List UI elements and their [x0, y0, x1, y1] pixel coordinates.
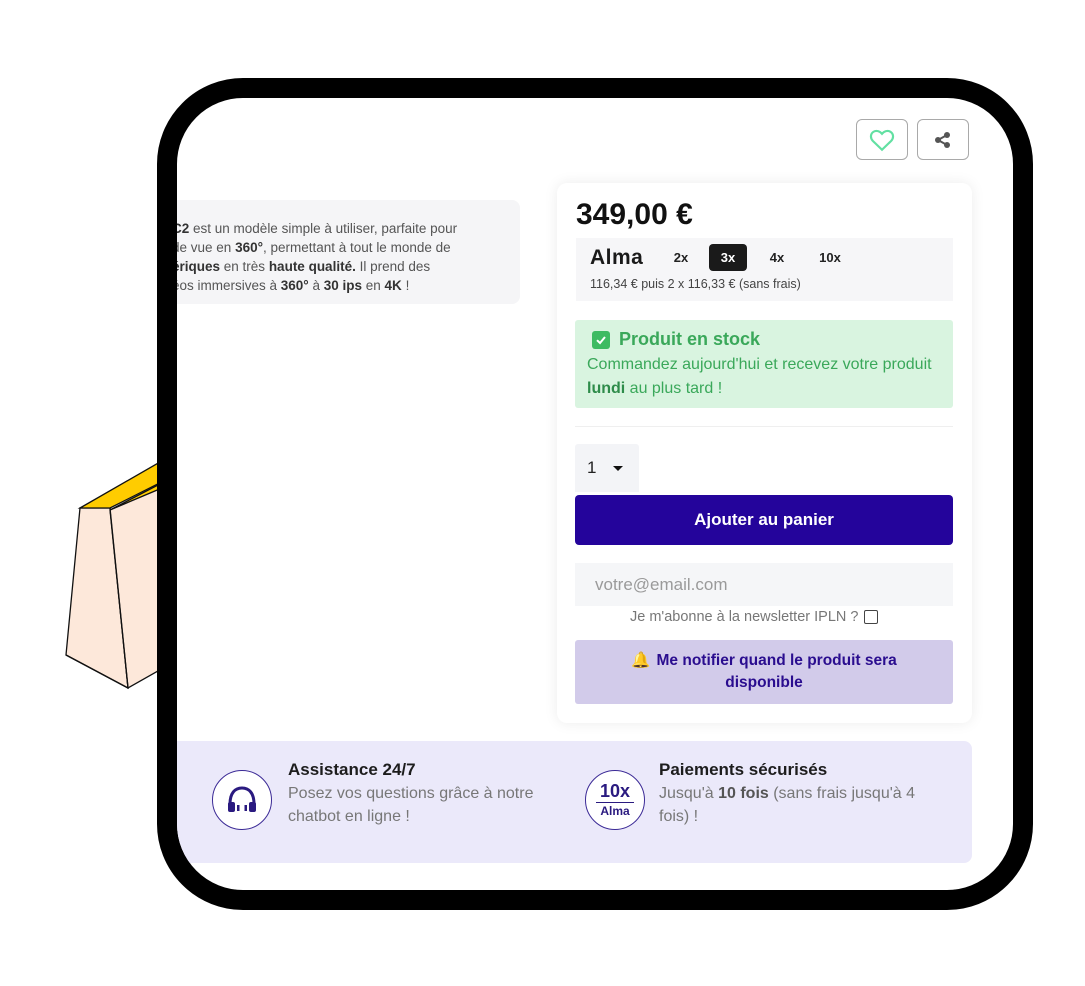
email-field[interactable]	[575, 563, 953, 606]
description-text: est un modèle simple à utiliser, parfait…	[189, 221, 458, 236]
description-bold: ériques	[172, 259, 221, 274]
description-bold: 30 ips	[323, 278, 363, 293]
feature-title: Assistance 24/7	[288, 760, 416, 779]
description-bold: 360°	[280, 278, 309, 293]
add-to-cart-button[interactable]: Ajouter au panier	[575, 495, 953, 545]
description-bold: 360°	[235, 240, 263, 255]
description-bold: haute qualité.	[268, 259, 356, 274]
newsletter-optin: Je m'abonne à la newsletter IPLN ?	[630, 609, 879, 625]
description-text: en très	[220, 259, 269, 274]
alma-option-4x[interactable]: 4x	[758, 244, 796, 271]
alma-10x-icon: 10x Alma	[585, 770, 645, 830]
divider	[575, 426, 953, 427]
alma-option-3x[interactable]: 3x	[709, 244, 747, 271]
caret-down-icon	[613, 466, 623, 471]
quantity-select[interactable]: 1	[575, 444, 639, 492]
device-frame: C2 est un modèle simple à utiliser, parf…	[157, 78, 1033, 910]
description-bold: 4K	[384, 278, 402, 293]
feature-desc-text: Jusqu'à	[659, 785, 719, 802]
description-bold: C2	[172, 221, 190, 236]
description-text: !	[401, 278, 410, 293]
notify-button-label: Me notifier quand le produit sera dispon…	[656, 652, 897, 691]
alma-logo: Alma	[590, 246, 644, 269]
icon-divider	[596, 801, 634, 804]
feature-description: Posez vos questions grâce à notre chatbo…	[288, 785, 534, 825]
wishlist-button[interactable]	[856, 119, 908, 160]
checkbox-checked-icon	[592, 331, 610, 349]
heart-icon	[869, 129, 895, 151]
alma-10x-label: 10x	[599, 780, 631, 801]
alma-option-10x[interactable]: 10x	[811, 244, 849, 271]
feature-title: Paiements sécurisés	[659, 760, 828, 779]
feature-desc-bold: 10 fois	[718, 785, 769, 802]
alma-installment-note: 116,34 € puis 2 x 116,33 € (sans frais)	[590, 277, 801, 291]
bell-icon: 🔔	[631, 652, 651, 669]
newsletter-label: Je m'abonne à la newsletter IPLN ?	[630, 609, 859, 625]
newsletter-checkbox[interactable]	[864, 610, 879, 624]
alma-option-2x[interactable]: 2x	[662, 244, 700, 271]
notify-me-button[interactable]: 🔔 Me notifier quand le produit sera dispo…	[575, 640, 953, 704]
feature-description: Jusqu'à 10 fois (sans frais jusqu'à 4 fo…	[659, 782, 939, 828]
share-icon	[935, 131, 950, 148]
description-text: à	[308, 278, 324, 293]
headphones-icon	[212, 770, 272, 830]
product-description: C2 est un modèle simple à utiliser, parf…	[172, 200, 520, 304]
stock-desc-day: lundi	[587, 380, 626, 397]
alma-icon-label: Alma	[600, 804, 630, 819]
description-text: éos immersives à	[172, 278, 281, 293]
description-text: de vue en	[172, 240, 236, 255]
stock-desc-text: Commandez aujourd'hui et recevez votre p…	[587, 356, 932, 373]
stock-desc-text: au plus tard !	[625, 380, 723, 397]
description-text: en	[362, 278, 385, 293]
description-text: , permettant à tout le monde de	[263, 240, 451, 255]
product-price: 349,00 €	[576, 198, 693, 231]
stock-title: Produit en stock	[619, 329, 761, 349]
stock-description: Commandez aujourd'hui et recevez votre p…	[587, 353, 937, 401]
description-text: Il prend des	[355, 259, 431, 274]
share-button[interactable]	[917, 119, 969, 160]
quantity-value: 1	[587, 458, 597, 477]
